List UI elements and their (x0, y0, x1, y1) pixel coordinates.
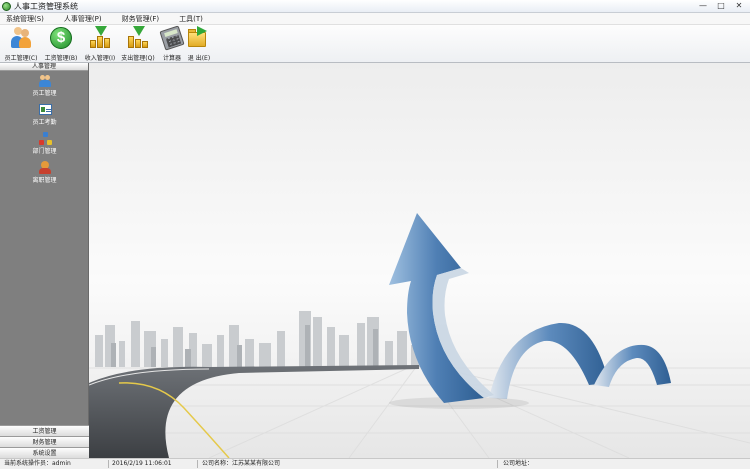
sidebar-item-label: 员工管理 (32, 90, 57, 97)
expense-icon (126, 26, 150, 50)
status-company: 公司名称：江苏某某有限公司 (202, 460, 281, 467)
road (89, 365, 419, 458)
window-title: 人事工资管理系统 (14, 2, 78, 11)
city-skyline (95, 311, 420, 367)
maximize-button[interactable]: □ (714, 1, 728, 11)
toolbar-label: 计算器 (162, 55, 181, 62)
title-bar: 人事工资管理系统 — □ ✕ (0, 0, 750, 13)
status-datetime: 2016/2/19 11:06:01 (112, 460, 172, 467)
background-illustration (89, 213, 750, 458)
calculator-icon (159, 25, 185, 51)
attendance-card-icon (38, 103, 52, 117)
employees-icon (9, 26, 33, 50)
sidebar: 人事管理 员工管理 员工考勤 部门管理 离职管理 工资管理 财务管理 系统设置 (0, 63, 89, 458)
toolbar-label: 员工管理(C) (4, 55, 38, 62)
ribbon-arc-small (594, 344, 671, 387)
department-tree-icon (38, 132, 52, 146)
menu-tools[interactable]: 工具(T) (179, 14, 203, 24)
exit-icon (187, 26, 211, 50)
toolbar-label: 收入管理(I) (84, 55, 116, 62)
employee-management-button[interactable]: 员工管理(C) (2, 26, 40, 62)
toolbar-label: 工资管理(B) (44, 55, 78, 62)
sidebar-group-finance[interactable]: 财务管理 (0, 436, 89, 447)
exit-button[interactable]: 退 出(E) (184, 26, 214, 62)
menu-finance[interactable]: 财务管理(F) (122, 14, 160, 24)
menu-system[interactable]: 系统管理(S) (6, 14, 44, 24)
sidebar-item-label: 部门管理 (32, 148, 57, 155)
ribbon-arc (489, 322, 609, 399)
toolbar-label: 退 出(E) (187, 55, 211, 62)
close-button[interactable]: ✕ (732, 1, 746, 11)
minimize-button[interactable]: — (696, 1, 710, 11)
resignation-icon (38, 161, 52, 175)
sidebar-header-personnel[interactable]: 人事管理 (0, 63, 88, 71)
sidebar-item-label: 离职管理 (32, 177, 57, 184)
status-bar: 当前系统操作员：admin 2016/2/19 11:06:01 公司名称：江苏… (0, 458, 750, 469)
app-icon (2, 2, 11, 11)
sidebar-group-salary[interactable]: 工资管理 (0, 425, 89, 436)
sidebar-item-resignation[interactable]: 离职管理 (0, 161, 89, 184)
sidebar-item-departments[interactable]: 部门管理 (0, 132, 89, 155)
dollar-icon: $ (49, 26, 73, 50)
income-icon (88, 26, 112, 50)
expense-management-button[interactable]: 支出管理(Q) (120, 26, 156, 62)
sidebar-item-attendance[interactable]: 员工考勤 (0, 103, 89, 126)
status-address: 公司地址： (503, 460, 534, 467)
sidebar-group-system[interactable]: 系统设置 (0, 447, 89, 458)
calculator-button[interactable]: 计算器 (157, 25, 187, 62)
sidebar-item-label: 员工考勤 (32, 119, 57, 126)
income-management-button[interactable]: 收入管理(I) (82, 26, 118, 62)
sidebar-item-employees[interactable]: 员工管理 (0, 74, 89, 97)
employees-icon (38, 74, 52, 88)
main-workspace (89, 63, 750, 458)
menu-bar: 系统管理(S) 人事管理(P) 财务管理(F) 工具(T) (0, 13, 750, 25)
menu-personnel[interactable]: 人事管理(P) (64, 14, 102, 24)
salary-management-button[interactable]: $ 工资管理(B) (43, 26, 79, 62)
status-operator: 当前系统操作员：admin (4, 460, 71, 467)
toolbar: 员工管理(C) $ 工资管理(B) 收入管理(I) 支出管理(Q) 计算器 退 … (0, 25, 750, 63)
toolbar-label: 支出管理(Q) (121, 55, 155, 62)
